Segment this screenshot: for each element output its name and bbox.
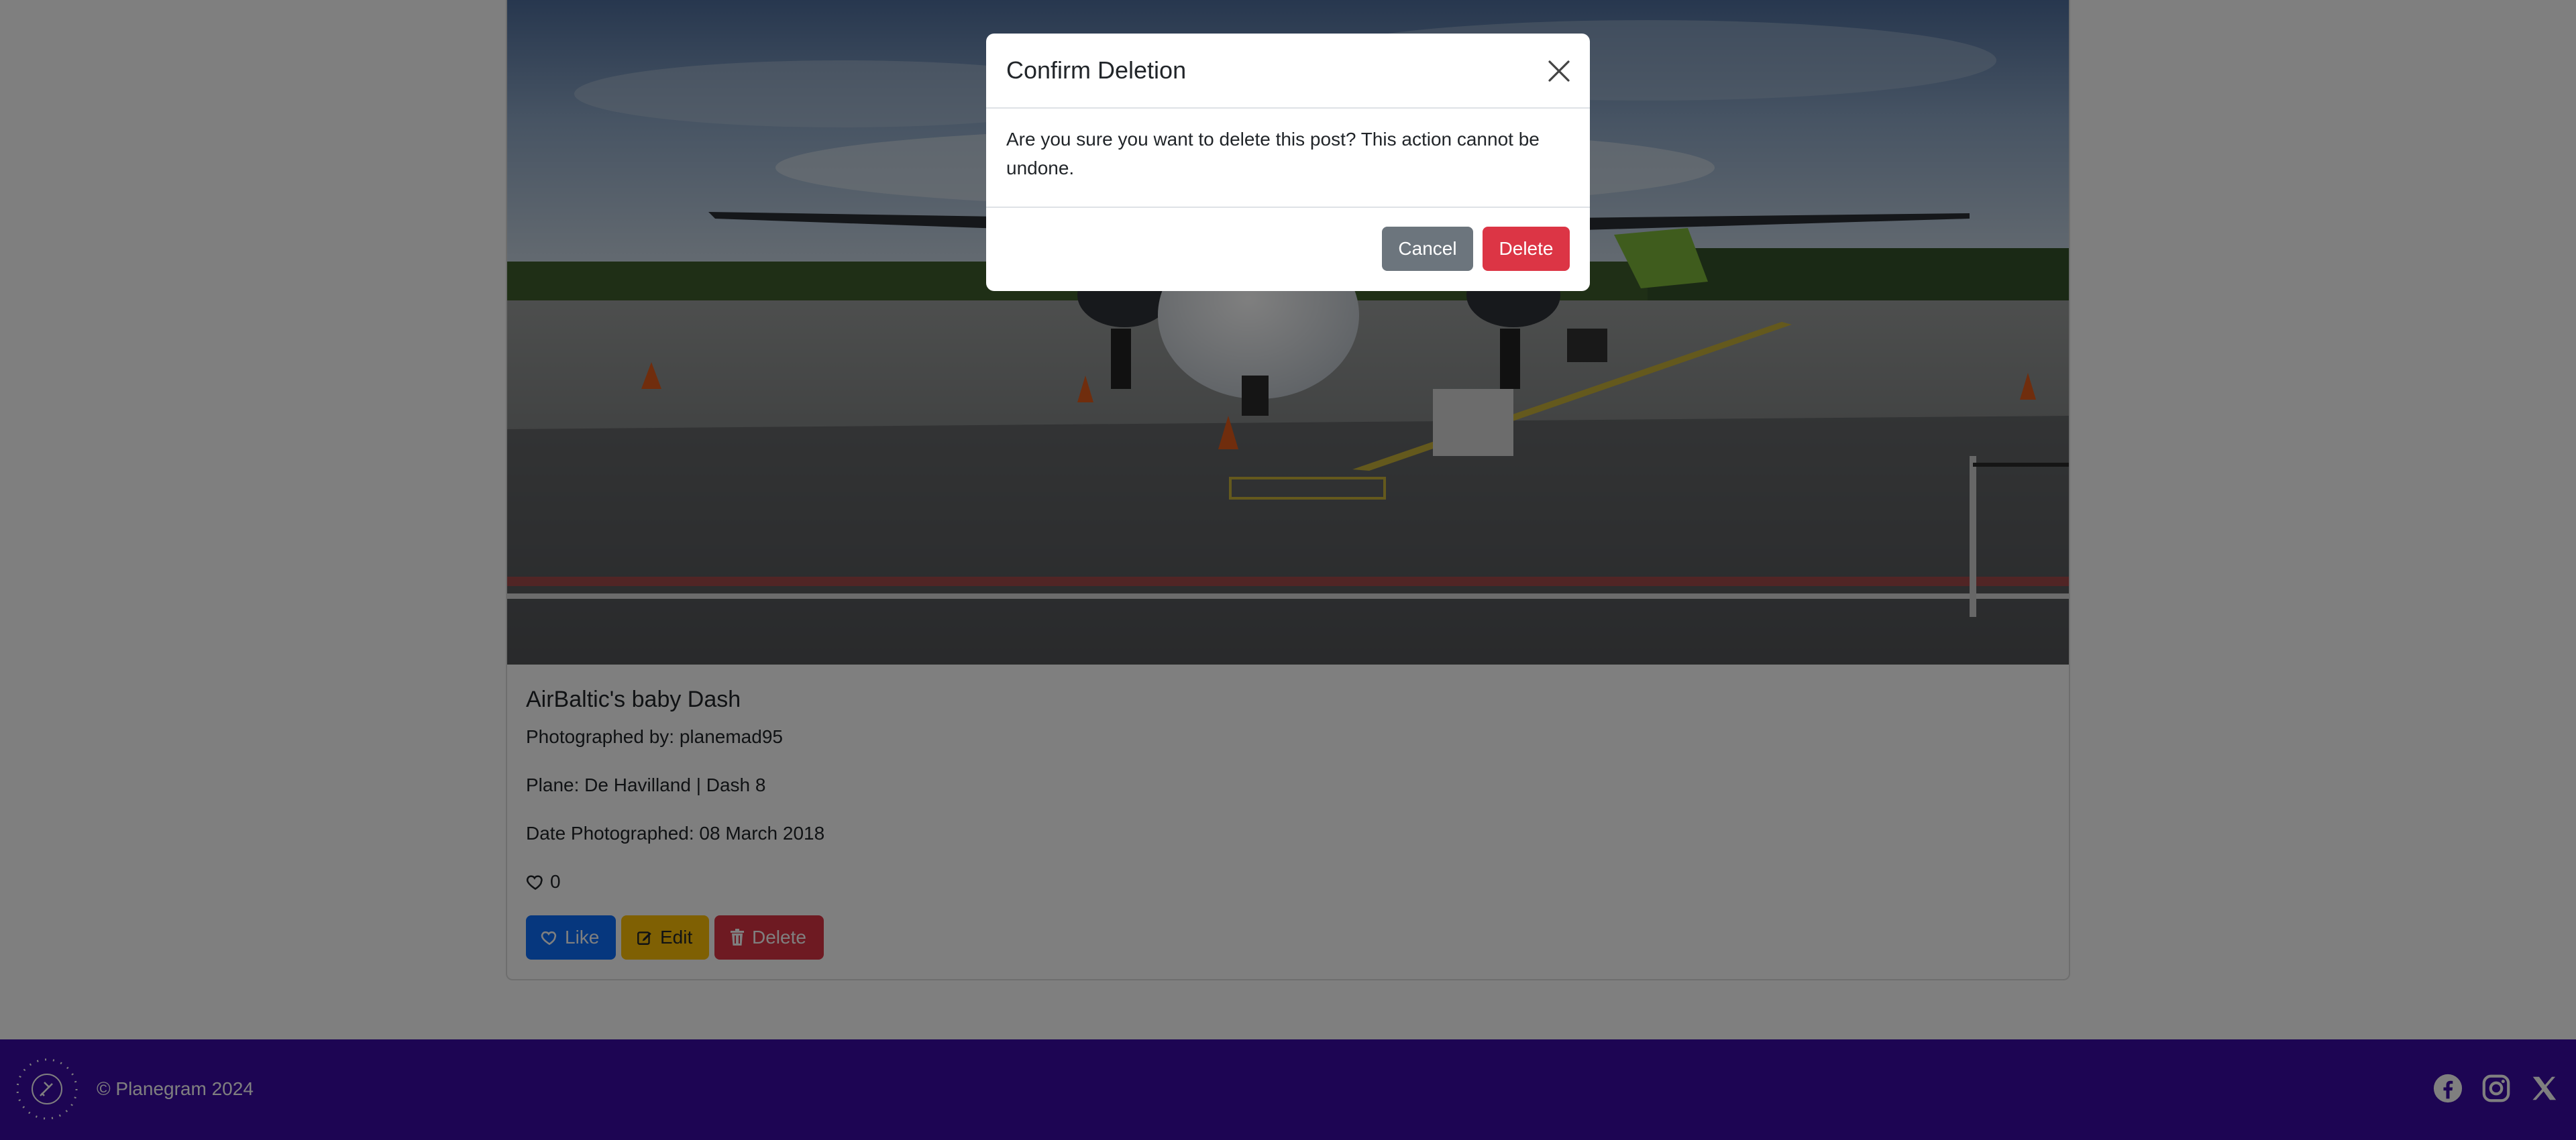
close-icon[interactable] <box>1546 58 1572 84</box>
modal-footer: Cancel Delete <box>986 207 1590 291</box>
cancel-button[interactable]: Cancel <box>1382 227 1473 271</box>
confirm-delete-button[interactable]: Delete <box>1483 227 1570 271</box>
modal-header: Confirm Deletion <box>986 34 1590 109</box>
confirm-delete-dialog: Confirm Deletion Are you sure you want t… <box>986 34 1590 291</box>
page: AirBaltic's baby Dash Photographed by: p… <box>0 0 2576 1140</box>
modal-message: Are you sure you want to delete this pos… <box>1006 129 1540 178</box>
modal-title: Confirm Deletion <box>1006 56 1187 84</box>
